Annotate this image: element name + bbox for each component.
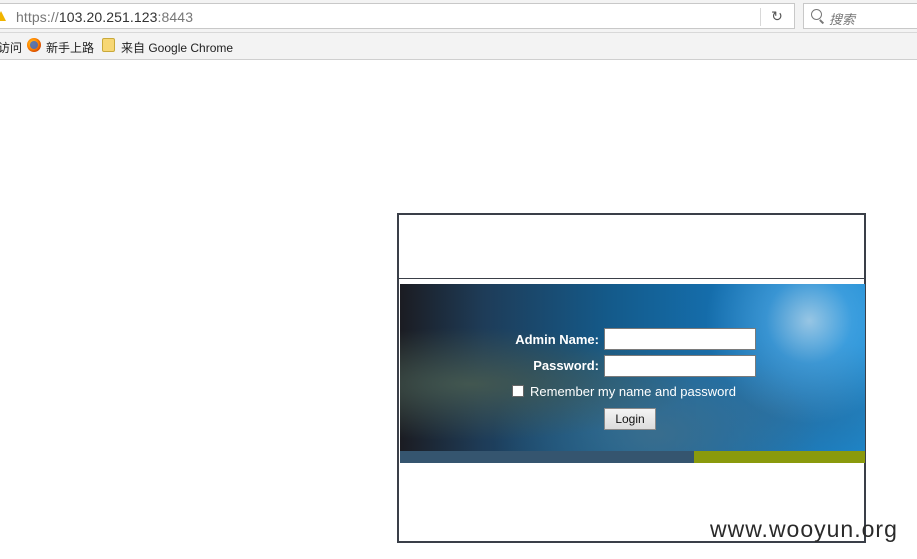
password-input[interactable]: [604, 355, 756, 377]
folder-icon: [102, 38, 115, 52]
admin-name-input[interactable]: [604, 328, 756, 350]
browser-toolbar: https://103.20.251.123:8443 ↻ 搜索: [0, 0, 917, 33]
bookmark-item-visit[interactable]: 访问: [0, 39, 22, 56]
remember-label[interactable]: Remember my name and password: [530, 384, 736, 399]
login-panel: Admin Name: Password: Remember my name a…: [397, 213, 866, 543]
url-host: 103.20.251.123: [58, 9, 158, 25]
footer-stripe-blue: [400, 451, 694, 463]
search-placeholder: 搜索: [829, 12, 856, 27]
header-divider: [399, 278, 864, 279]
warning-icon[interactable]: [0, 11, 6, 21]
search-icon: [811, 9, 822, 20]
url-port: :8443: [157, 9, 194, 25]
url-text[interactable]: https://103.20.251.123:8443: [16, 9, 193, 25]
remember-checkbox[interactable]: [512, 385, 524, 397]
bookmark-item-from-chrome[interactable]: 来自 Google Chrome: [121, 39, 233, 56]
password-label: Password:: [533, 358, 599, 373]
address-bar-divider: [760, 8, 761, 26]
reload-icon[interactable]: ↻: [767, 7, 787, 27]
watermark-text: www.wooyun.org: [710, 516, 898, 542]
firefox-icon: [27, 38, 41, 52]
footer-stripe-green: [694, 451, 865, 463]
bookmarks-bar: 访问 新手上路 来自 Google Chrome: [0, 33, 917, 60]
address-bar[interactable]: https://103.20.251.123:8443 ↻: [0, 3, 795, 29]
admin-name-label: Admin Name:: [515, 332, 599, 347]
bookmark-item-getting-started[interactable]: 新手上路: [46, 39, 94, 56]
login-button[interactable]: Login: [604, 408, 656, 430]
url-scheme: https://: [16, 9, 59, 25]
search-box[interactable]: 搜索: [803, 3, 917, 29]
